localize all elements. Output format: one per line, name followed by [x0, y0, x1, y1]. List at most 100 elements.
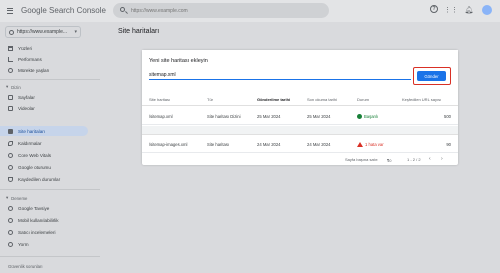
- mobile-icon: [8, 217, 13, 223]
- table-header: Site haritası Tür Gönderilme tarihi Son …: [142, 93, 458, 106]
- url-inspection-search[interactable]: [113, 3, 329, 18]
- removals-icon: [8, 140, 13, 146]
- sidebar-item-label: Kaldırmalar: [18, 140, 42, 146]
- search-icon: [120, 7, 125, 12]
- cell-last-read: 24 Mar 2024: [307, 142, 331, 147]
- advice-icon: [8, 205, 13, 211]
- sidebar-item-core-web-vitals[interactable]: Core Web Vitals: [0, 150, 88, 160]
- collapse-icon: ▾: [6, 84, 9, 89]
- submit-button-highlight: Gönder: [413, 67, 451, 85]
- page-title: Site haritaları: [118, 28, 160, 35]
- col-type[interactable]: Tür: [207, 97, 213, 102]
- sidebar-item-google-session[interactable]: Google oturumu: [0, 162, 88, 172]
- sidebar-item-label: Sayfalar: [18, 94, 35, 100]
- rows-per-page-label: Sayfa başına satır:: [345, 157, 379, 162]
- gauge-icon: [8, 152, 13, 158]
- submit-button[interactable]: Gönder: [417, 71, 446, 81]
- sidebar-item-mobile-usability[interactable]: Mobil kullanılabilirlik: [0, 215, 88, 225]
- sidebar-item-url-inspection[interactable]: Mürekte yaşları: [0, 65, 88, 75]
- comment-icon: [8, 241, 13, 247]
- reviews-icon: [8, 229, 13, 235]
- cell-submitted: 24 Mar 2024: [257, 142, 281, 147]
- pagination-range: 1 - 2 / 2: [407, 157, 421, 162]
- notifications-icon[interactable]: 🔔︎: [464, 5, 474, 15]
- cell-type: Site haritası: [207, 142, 230, 147]
- sidebar: https://www.example... ▾ Yüzleri Perform…: [0, 22, 100, 273]
- help-icon[interactable]: ?: [430, 5, 438, 13]
- cell-last-read: 25 Mar 2024: [307, 114, 331, 119]
- sidebar-item-performance[interactable]: Performans: [0, 54, 88, 64]
- logo-google: Google: [21, 6, 47, 15]
- next-page-icon[interactable]: ›: [441, 156, 443, 162]
- video-icon: [8, 105, 13, 111]
- globe-icon: [9, 29, 14, 35]
- col-discovered-urls[interactable]: Keşfedilen URL sayısı: [402, 97, 441, 102]
- success-icon: [357, 114, 362, 120]
- sitemap-icon: [8, 128, 13, 134]
- sidebar-item-removals[interactable]: Kaldırmalar: [0, 138, 88, 148]
- sidebar-item-saved[interactable]: Kaydedilen durumlar: [0, 174, 88, 184]
- sidebar-item-videos[interactable]: Videolar: [0, 103, 88, 113]
- sitemaps-card: Yeni site haritası ekleyin Gönder Site h…: [142, 50, 458, 165]
- col-submitted[interactable]: Gönderilme tarihi: [257, 97, 290, 102]
- apps-grid-icon[interactable]: ⋮⋮: [444, 5, 458, 15]
- sidebar-item-pages[interactable]: Sayfalar: [0, 92, 88, 102]
- sidebar-item-label: Core Web Vitals: [18, 152, 52, 158]
- top-icons: ? ⋮⋮ 🔔︎: [430, 5, 492, 15]
- sidebar-footer-link[interactable]: Güvenlik sorunları: [8, 264, 43, 269]
- col-sitemap[interactable]: Site haritası: [149, 97, 170, 102]
- sidebar-item-label: Site haritaları: [18, 128, 46, 134]
- prev-page-icon[interactable]: ‹: [429, 156, 431, 162]
- logo-product: Search Console: [49, 6, 106, 15]
- property-selector[interactable]: https://www.example... ▾: [5, 26, 81, 38]
- sidebar-item-google-advice[interactable]: Google Tavsiye: [0, 203, 88, 213]
- col-status[interactable]: Durum: [357, 97, 369, 102]
- sidebar-item-label: Google Tavsiye: [18, 205, 50, 211]
- session-icon: [8, 164, 13, 170]
- cell-sitemap: /sitemap.xml: [149, 114, 173, 119]
- cell-sitemap: /sitemap-images.xml: [149, 142, 188, 147]
- table-separator: [142, 126, 458, 135]
- cell-status: Başarılı: [357, 114, 378, 120]
- chevron-down-icon: ▾: [74, 29, 77, 35]
- hamburger-menu-icon[interactable]: [7, 8, 13, 15]
- sidebar-item-label: Videolar: [18, 105, 35, 111]
- sidebar-item-sitemaps[interactable]: Site haritaları: [0, 126, 88, 136]
- rows-per-page-select[interactable]: 10 ▾: [387, 157, 391, 163]
- sidebar-item-seller-reviews[interactable]: Satıcı incelemeleri: [0, 227, 88, 237]
- sidebar-item-label: Yüzleri: [18, 45, 33, 51]
- property-label: https://www.example...: [17, 29, 68, 35]
- shield-icon: [8, 176, 13, 182]
- magnifier-icon: [8, 67, 13, 73]
- table-row[interactable]: /sitemap.xml Site haritası Dizini 25 Mar…: [142, 107, 458, 125]
- cell-status: 1 hata var: [357, 142, 384, 148]
- sidebar-item-comments[interactable]: Yorm: [0, 239, 88, 249]
- section-header-enhancements[interactable]: ▾ Deneme: [6, 195, 27, 201]
- app-logo[interactable]: Google Search Console: [21, 6, 106, 15]
- sidebar-item-label: Satıcı incelemeleri: [18, 229, 56, 235]
- home-icon: [8, 45, 13, 51]
- sidebar-item-label: Performans: [18, 56, 42, 62]
- sidebar-item-label: Yorm: [18, 241, 29, 247]
- avatar[interactable]: [482, 5, 492, 15]
- top-bar: Google Search Console ? ⋮⋮ 🔔︎: [0, 0, 500, 22]
- sidebar-item-label: Mobil kullanılabilirlik: [18, 217, 59, 223]
- col-last-read[interactable]: Son okuma tarihi: [307, 97, 337, 102]
- pages-icon: [8, 94, 13, 100]
- add-sitemap-title: Yeni site haritası ekleyin: [149, 58, 208, 64]
- cell-urls: 90: [446, 142, 451, 147]
- table-row[interactable]: /sitemap-images.xml Site haritası 24 Mar…: [142, 135, 458, 153]
- sitemap-url-input[interactable]: [149, 71, 411, 80]
- add-sitemap-panel: Yeni site haritası ekleyin Gönder: [142, 50, 458, 90]
- collapse-icon: ▾: [6, 195, 9, 200]
- warning-icon: [357, 142, 363, 148]
- sidebar-item-overview[interactable]: Yüzleri: [0, 43, 88, 53]
- sidebar-item-label: Google oturumu: [18, 164, 51, 170]
- table-pagination: Sayfa başına satır: 10 ▾ 1 - 2 / 2 ‹ ›: [142, 156, 458, 165]
- cell-type: Site haritası Dizini: [207, 114, 241, 119]
- cell-urls: 500: [444, 114, 451, 119]
- sidebar-divider: [0, 79, 100, 80]
- search-input[interactable]: [131, 6, 311, 15]
- section-header-index[interactable]: ▾ Dizin: [6, 84, 21, 90]
- cell-submitted: 25 Mar 2024: [257, 114, 281, 119]
